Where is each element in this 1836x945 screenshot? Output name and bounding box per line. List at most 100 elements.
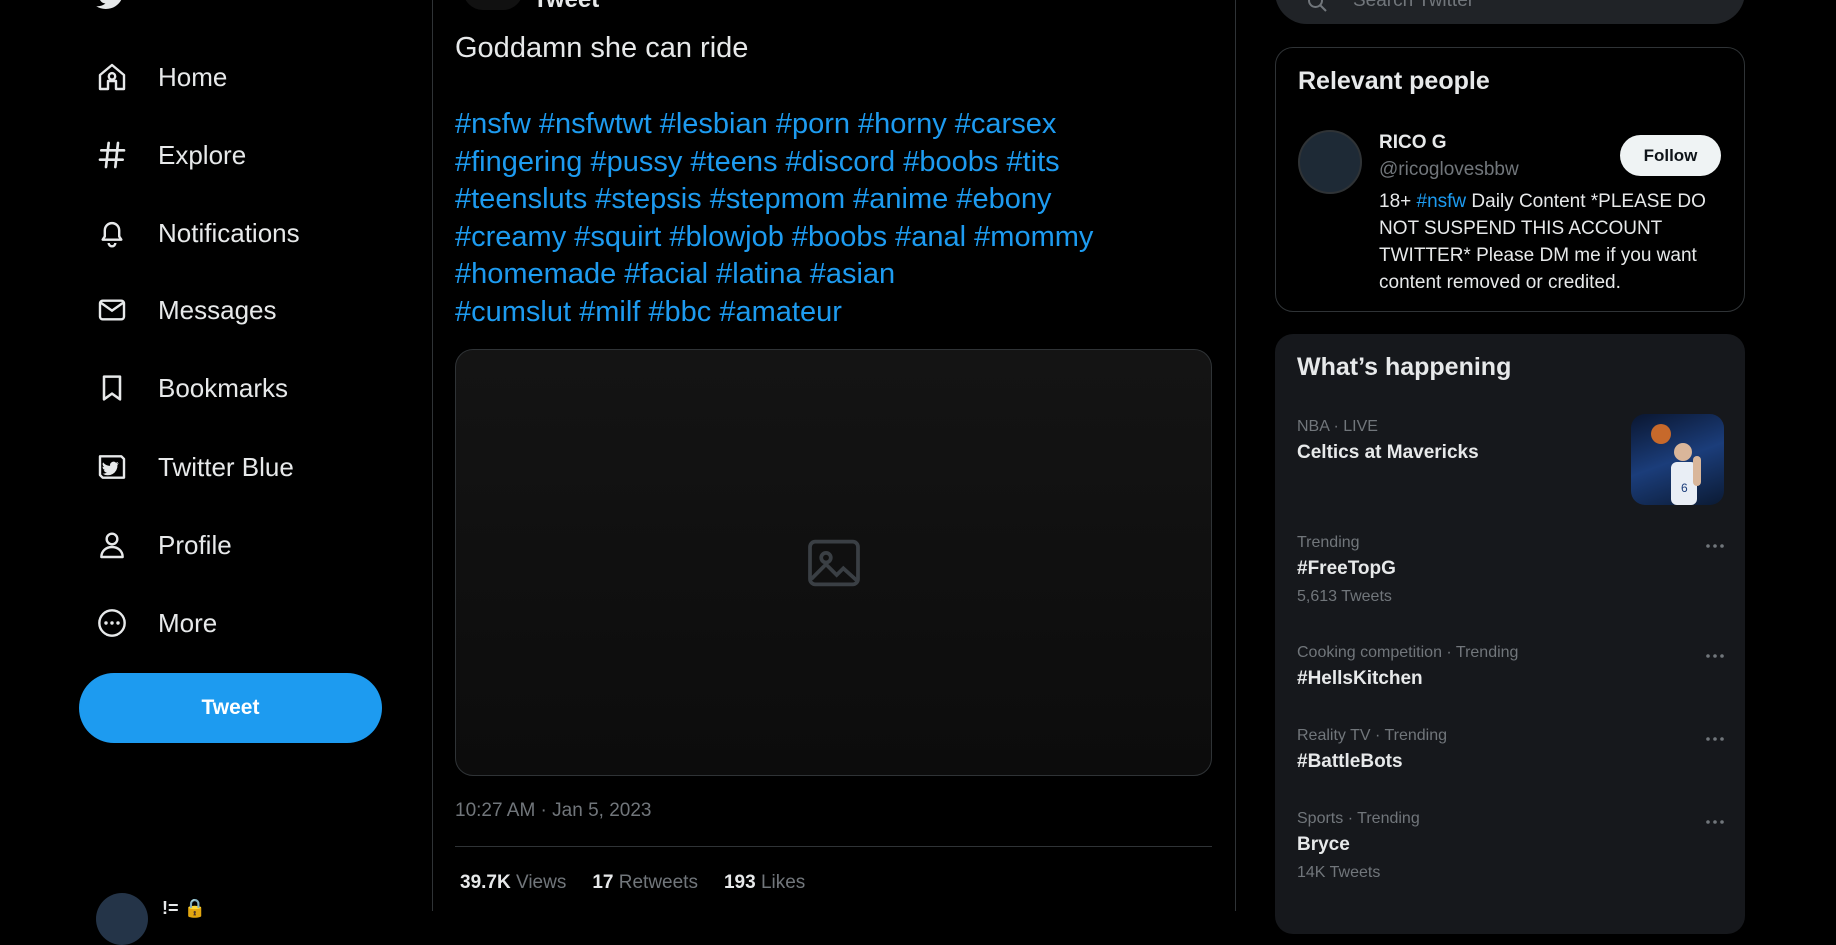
hashtag-link[interactable]: #lesbian <box>660 108 768 140</box>
hashtag-link[interactable]: #nsfwtwt <box>539 108 652 140</box>
hashtag-link[interactable]: #stepsis <box>595 183 701 215</box>
search-input[interactable]: Search Twitter <box>1353 0 1474 12</box>
hashtag-link[interactable]: #anime <box>853 183 948 215</box>
hashtag-link[interactable]: #anal <box>895 221 966 253</box>
tweet-timestamp[interactable]: 10:27 AM · Jan 5, 2023 <box>455 800 651 822</box>
nav-bookmarks[interactable]: Bookmarks <box>96 363 288 413</box>
person-name[interactable]: RICO G <box>1379 132 1447 154</box>
hashtag-link[interactable]: #pussy <box>590 146 682 178</box>
likes-stat[interactable]: 193 Likes <box>724 872 805 894</box>
bio-hashtag-link[interactable]: #nsfw <box>1417 191 1467 212</box>
nav-label: Profile <box>158 529 232 560</box>
hashtag-link[interactable]: #carsex <box>955 108 1057 140</box>
tweet-button[interactable]: Tweet <box>79 673 382 743</box>
nav-explore[interactable]: Explore <box>96 130 246 180</box>
hashtag-link[interactable]: #facial <box>624 258 708 290</box>
nav-label: Notifications <box>158 217 300 248</box>
hashtag-icon <box>98 141 126 169</box>
twitter-logo-icon[interactable] <box>96 0 128 10</box>
trend-meta: Reality TV · Trending <box>1297 727 1447 744</box>
hashtag-link[interactable]: #boobs <box>903 146 998 178</box>
hashtag-link[interactable]: #cumslut <box>455 296 571 328</box>
card-title: Relevant people <box>1298 67 1490 95</box>
search-box[interactable]: Search Twitter <box>1275 0 1745 24</box>
home-icon <box>98 63 126 91</box>
hashtag-link[interactable]: #ebony <box>956 183 1051 215</box>
hashtag-row: #cumslut #milf #bbc #amateur <box>455 294 1215 332</box>
more-options-icon[interactable] <box>1703 810 1727 834</box>
back-button[interactable] <box>463 0 523 10</box>
nav-twitter-blue[interactable]: Twitter Blue <box>96 442 294 492</box>
hashtag-link[interactable]: #bbc <box>648 296 711 328</box>
hashtag-row: #teensluts #stepsis #stepmom #anime #ebo… <box>455 181 1215 219</box>
hashtag-row: #fingering #pussy #teens #discord #boobs… <box>455 144 1215 182</box>
hashtag-link[interactable]: #nsfw <box>455 108 531 140</box>
hashtag-link[interactable]: #teensluts <box>455 183 587 215</box>
trend-image[interactable]: 6 <box>1631 414 1724 505</box>
account-switcher[interactable]: != 🔒 <box>96 893 206 945</box>
nav-profile[interactable]: Profile <box>96 520 232 570</box>
nav-more[interactable]: More <box>96 598 217 648</box>
follow-button[interactable]: Follow <box>1620 135 1721 176</box>
bookmark-icon <box>102 375 122 401</box>
trend-meta: Cooking competition · Trending <box>1297 644 1519 661</box>
hashtag-link[interactable]: #stepmom <box>710 183 845 215</box>
more-options-icon[interactable] <box>1703 534 1727 558</box>
hashtag-link[interactable]: #latina <box>716 258 801 290</box>
views-count: 39.7K <box>460 872 511 893</box>
tweet-text: Goddamn she can ride <box>455 32 749 64</box>
svg-text:6: 6 <box>1681 481 1688 495</box>
avatar[interactable] <box>1298 130 1362 194</box>
more-options-icon[interactable] <box>1703 644 1727 668</box>
twitter-blue-icon <box>98 455 126 479</box>
hashtag-link[interactable]: #fingering <box>455 146 582 178</box>
hashtag-link[interactable]: #discord <box>786 146 896 178</box>
nav-label: Bookmarks <box>158 372 289 403</box>
account-name: != 🔒 <box>162 897 206 918</box>
hashtag-link[interactable]: #asian <box>810 258 895 290</box>
nav-label: More <box>158 607 218 638</box>
hashtag-link[interactable]: #squirt <box>574 221 661 253</box>
hashtag-link[interactable]: #blowjob <box>669 221 783 253</box>
trend-meta: Sports · Trending <box>1297 810 1420 827</box>
nav-home[interactable]: Home <box>96 52 227 102</box>
tweet-stats: 39.7K Views 17 Retweets 193 Likes <box>460 872 831 894</box>
nav-notifications[interactable]: Notifications <box>96 208 300 258</box>
views-label: Views <box>515 872 567 893</box>
page-title: Tweet <box>533 0 599 14</box>
whats-happening-card: What’s happening NBA · LIVE Celtics at M… <box>1275 334 1745 934</box>
bio-prefix: 18+ <box>1379 191 1417 212</box>
hashtag-row: #nsfw #nsfwtwt #lesbian #porn #horny #ca… <box>455 106 1215 144</box>
trend-item[interactable]: Cooking competition · Trending #HellsKit… <box>1297 644 1727 690</box>
avatar <box>96 893 148 945</box>
nav-label: Twitter Blue <box>158 451 294 482</box>
basketball-player-image: 6 <box>1651 424 1701 505</box>
trend-item[interactable]: Reality TV · Trending #BattleBots <box>1297 727 1727 773</box>
likes-label: Likes <box>760 872 806 893</box>
retweets-stat[interactable]: 17 Retweets <box>592 872 698 894</box>
person-icon <box>100 532 124 559</box>
hashtag-link[interactable]: #horny <box>858 108 947 140</box>
hashtag-link[interactable]: #porn <box>776 108 850 140</box>
tweet-hashtags: #nsfw #nsfwtwt #lesbian #porn #horny #ca… <box>455 106 1215 331</box>
person-handle[interactable]: @ricoglovesbbw <box>1379 159 1519 181</box>
hashtag-link[interactable]: #milf <box>579 296 640 328</box>
trend-meta: Trending <box>1297 534 1360 551</box>
hashtag-link[interactable]: #creamy <box>455 221 566 253</box>
views-stat[interactable]: 39.7K Views <box>460 872 566 894</box>
trend-title: #BattleBots <box>1297 751 1403 772</box>
hashtag-link[interactable]: #amateur <box>719 296 842 328</box>
nav-messages[interactable]: Messages <box>96 285 277 335</box>
trend-item[interactable]: Sports · Trending Bryce 14K Tweets <box>1297 810 1727 882</box>
tweet-media[interactable] <box>455 349 1212 776</box>
retweets-count: 17 <box>592 872 614 893</box>
nav-label: Explore <box>158 139 247 170</box>
hashtag-link[interactable]: #mommy <box>974 221 1093 253</box>
more-options-icon[interactable] <box>1703 727 1727 751</box>
hashtag-link[interactable]: #tits <box>1006 146 1059 178</box>
trend-item[interactable]: Trending #FreeTopG 5,613 Tweets <box>1297 534 1727 606</box>
hashtag-link[interactable]: #homemade <box>455 258 616 290</box>
hashtag-link[interactable]: #boobs <box>792 221 887 253</box>
card-title: What’s happening <box>1297 353 1512 381</box>
hashtag-link[interactable]: #teens <box>690 146 777 178</box>
